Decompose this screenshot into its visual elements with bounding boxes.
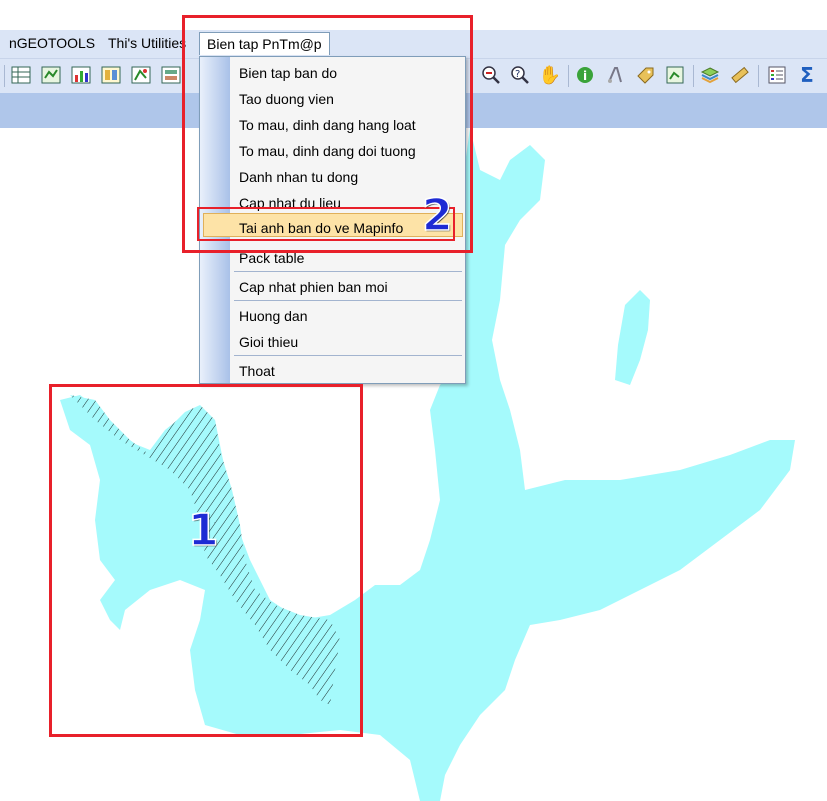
layer-control-icon[interactable] [160,64,182,86]
menu-item-cap-nhat-phien-ban[interactable]: Cap nhat phien ban moi [239,279,388,295]
annotation-box-menu-item [197,207,455,241]
browse-table-icon[interactable] [10,64,32,86]
menu-item-thoat[interactable]: Thoat [239,363,275,379]
step-number-2: 2 [421,189,453,242]
info-icon[interactable]: i [574,64,596,86]
step-number-1: 1 [187,504,219,557]
toolbar-separator [693,65,694,87]
menu-item-huong-dan[interactable]: Huong dan [239,308,308,324]
svg-text:i: i [583,69,587,83]
layout-icon[interactable] [100,64,122,86]
menu-separator [234,300,462,301]
menu-ngeotools[interactable]: nGEOTOOLS [6,35,98,51]
toolbar-separator [568,65,569,87]
help-icon[interactable]: ? [509,64,531,86]
grabber-hand-icon[interactable]: ✋ [539,64,561,86]
menu-item-gioi-thieu[interactable]: Gioi thieu [239,334,298,350]
menu-this-utilities[interactable]: Thi's Utilities [105,35,189,51]
inlet-polygon[interactable] [615,290,650,385]
menu-separator [234,271,462,272]
ruler-icon[interactable] [604,64,626,86]
redistrict-icon[interactable] [130,64,152,86]
svg-text:?: ? [515,69,520,80]
sum-icon[interactable]: Σ [796,63,818,87]
legend-icon[interactable] [766,64,788,86]
graph-icon[interactable] [70,64,92,86]
annotation-box-map-region [49,384,363,737]
layers-icon[interactable] [699,64,721,86]
zoom-out-icon[interactable] [480,64,502,86]
measure-icon[interactable] [729,64,751,86]
menu-separator [234,355,462,356]
toolbar-separator [4,65,5,87]
map-window-icon[interactable] [40,64,62,86]
toolbar-separator [758,65,759,87]
hotlink-icon[interactable] [664,64,686,86]
label-icon[interactable] [634,64,656,86]
